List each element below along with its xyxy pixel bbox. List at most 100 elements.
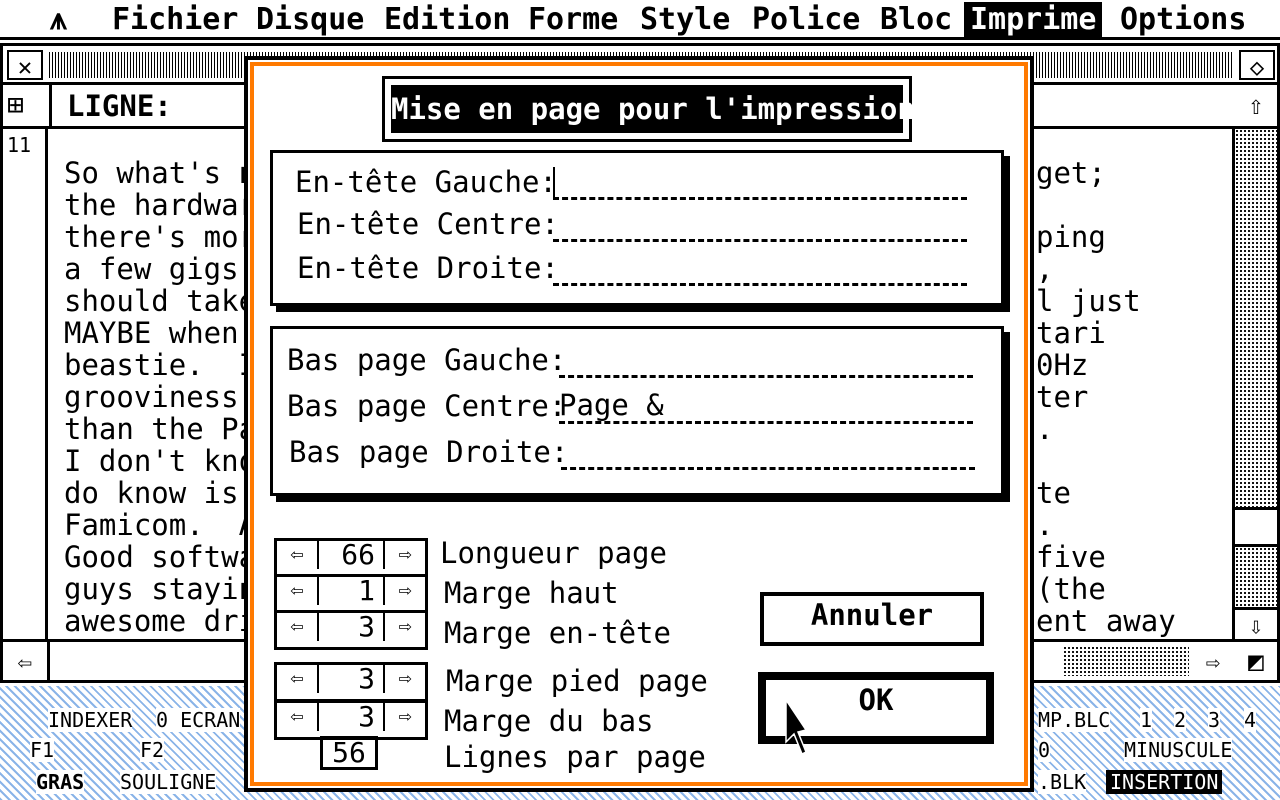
footer-left-input[interactable]: [559, 343, 973, 378]
doc-line: l just: [1036, 284, 1141, 318]
status-zero[interactable]: 0: [1038, 738, 1051, 762]
top-margin-value: 1: [317, 577, 385, 605]
footer-fields-group: Bas page Gauche: Bas page Centre: Page &…: [270, 326, 1004, 496]
doc-line: ping: [1036, 220, 1106, 254]
header-margin-stepper[interactable]: ⇦ 3 ⇨: [274, 610, 428, 650]
bottom-margin-label: Marge du bas: [444, 704, 654, 738]
increase-arrow-icon[interactable]: ⇨: [385, 703, 425, 731]
grid-icon[interactable]: ⊞: [7, 89, 39, 121]
increase-arrow-icon[interactable]: ⇨: [385, 541, 425, 569]
dialog-title-box: Mise en page pour l'impression: [382, 76, 915, 142]
f1-key[interactable]: F1: [30, 738, 55, 762]
doc-line: ent away: [1036, 604, 1176, 638]
doc-line: ,: [1036, 252, 1054, 286]
bold-toggle[interactable]: GRAS: [36, 770, 85, 794]
decrease-arrow-icon[interactable]: ⇦: [277, 541, 317, 569]
close-icon[interactable]: ✕: [7, 50, 43, 81]
page-3[interactable]: 3: [1208, 708, 1221, 732]
menu-forme[interactable]: Forme: [522, 2, 624, 38]
minuscule-toggle[interactable]: MINUSCULE: [1124, 738, 1233, 762]
top-margin-stepper[interactable]: ⇦ 1 ⇨: [274, 574, 428, 614]
doc-line: 0Hz: [1036, 348, 1089, 382]
text-cursor: [553, 167, 555, 197]
menu-bar: ⩚ Fichier Disque Edition Forme Style Pol…: [0, 0, 1280, 40]
menu-edition[interactable]: Edition: [378, 2, 516, 38]
scroll-track: [1235, 129, 1277, 507]
divider: [49, 85, 52, 129]
header-margin-value: 3: [317, 613, 385, 641]
doc-line: ter: [1036, 380, 1089, 414]
footer-left-label: Bas page Gauche:: [287, 343, 567, 377]
underline-toggle[interactable]: SOULIGNE: [120, 770, 217, 794]
bottom-margin-value: 3: [317, 703, 385, 731]
footer-center-label: Bas page Centre:: [287, 389, 567, 423]
dialog-frame: Mise en page pour l'impression En-tête G…: [250, 62, 1028, 786]
status-ecran[interactable]: 0 ECRAN: [156, 708, 241, 732]
lines-per-page-value: 56: [320, 736, 378, 770]
doc-line: .: [1036, 412, 1054, 446]
increase-arrow-icon[interactable]: ⇨: [385, 613, 425, 641]
increase-arrow-icon[interactable]: ⇨: [385, 665, 425, 693]
doc-line: get;: [1036, 157, 1106, 190]
top-margin-label: Marge haut: [444, 576, 619, 610]
page-length-label: Longueur page: [440, 536, 667, 570]
vertical-scrollbar[interactable]: ⇩: [1232, 129, 1280, 640]
header-left-input[interactable]: [553, 165, 967, 200]
footer-center-input[interactable]: Page &: [559, 389, 973, 424]
line-label: LIGNE:: [67, 89, 172, 123]
doc-line: .: [1036, 508, 1054, 542]
header-right-input[interactable]: [553, 251, 967, 286]
page-4[interactable]: 4: [1244, 708, 1257, 732]
scroll-left-icon[interactable]: ⇦: [7, 646, 43, 678]
page-1[interactable]: 1: [1140, 708, 1153, 732]
decrease-arrow-icon[interactable]: ⇦: [277, 665, 317, 693]
scroll-track-lower: [1235, 547, 1277, 607]
scroll-right-icon[interactable]: ⇨: [1195, 646, 1231, 678]
menu-bloc[interactable]: Bloc: [874, 2, 958, 38]
footer-margin-value: 3: [317, 665, 385, 693]
line-number: 11: [7, 133, 32, 157]
scroll-thumb[interactable]: [1235, 507, 1277, 547]
header-center-input[interactable]: [553, 207, 967, 242]
menu-options[interactable]: Options: [1114, 2, 1252, 38]
status-indexer[interactable]: INDEXER: [48, 708, 133, 732]
page-length-stepper[interactable]: ⇦ 66 ⇨: [274, 538, 428, 578]
page-length-value: 66: [317, 541, 385, 569]
footer-margin-stepper[interactable]: ⇦ 3 ⇨: [274, 662, 428, 702]
cancel-button[interactable]: Annuler: [760, 592, 984, 646]
menu-style[interactable]: Style: [634, 2, 736, 38]
header-right-label: En-tête Droite:: [297, 251, 559, 285]
bottom-margin-stepper[interactable]: ⇦ 3 ⇨: [274, 700, 428, 740]
header-center-label: En-tête Centre:: [297, 207, 559, 241]
f2-key[interactable]: F2: [140, 738, 165, 762]
header-margin-label: Marge en-tête: [444, 616, 671, 650]
resize-icon[interactable]: ◩: [1239, 646, 1273, 678]
header-fields-group: En-tête Gauche: En-tête Centre: En-tête …: [270, 150, 1004, 306]
footer-right-input[interactable]: [561, 435, 975, 470]
status-mp-blc[interactable]: MP.BLC: [1038, 708, 1111, 732]
insertion-toggle[interactable]: INSERTION: [1106, 770, 1223, 794]
scroll-down-icon[interactable]: ⇩: [1235, 607, 1277, 640]
menu-fichier[interactable]: Fichier: [106, 2, 244, 38]
print-layout-dialog: Mise en page pour l'impression En-tête G…: [244, 56, 1034, 792]
decrease-arrow-icon[interactable]: ⇦: [277, 613, 317, 641]
status-blk[interactable]: .BLK: [1038, 770, 1087, 794]
menu-imprime[interactable]: Imprime: [964, 2, 1103, 38]
doc-line: five: [1036, 540, 1106, 574]
atari-logo-icon[interactable]: ⩚: [44, 2, 73, 38]
mouse-pointer-icon: [785, 698, 808, 756]
decrease-arrow-icon[interactable]: ⇦: [277, 703, 317, 731]
doc-line: te: [1036, 476, 1071, 510]
hscroll-track: [1063, 646, 1189, 676]
dialog-title: Mise en page pour l'impression: [391, 85, 915, 133]
footer-right-label: Bas page Droite:: [289, 435, 569, 469]
doc-line: tari: [1036, 316, 1106, 350]
menu-police[interactable]: Police: [746, 2, 866, 38]
fullscreen-icon[interactable]: ◇: [1239, 50, 1275, 81]
scroll-up-icon[interactable]: ⇧: [1239, 89, 1273, 123]
page-2[interactable]: 2: [1174, 708, 1187, 732]
menu-disque[interactable]: Disque: [250, 2, 370, 38]
decrease-arrow-icon[interactable]: ⇦: [277, 577, 317, 605]
footer-margin-label: Marge pied page: [446, 664, 708, 698]
increase-arrow-icon[interactable]: ⇨: [385, 577, 425, 605]
